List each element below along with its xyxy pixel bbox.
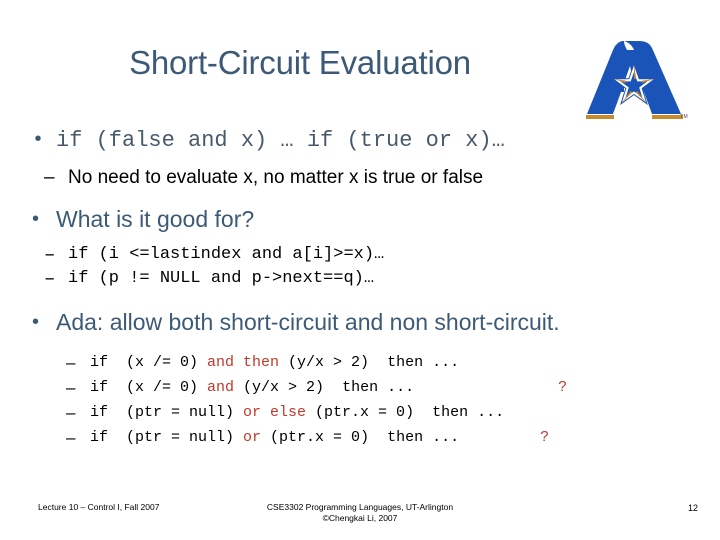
code-suffix: (y/x > 2) then ... — [279, 354, 460, 371]
ada-code-list: if (x /= 0) and then (y/x > 2) then ...i… — [26, 350, 694, 450]
ada-code-line: if (x /= 0) and (y/x > 2) then ... ? — [26, 375, 694, 400]
question-mark-annotation: ? — [459, 429, 550, 446]
code-prefix: if (x /= 0) — [90, 379, 208, 396]
bullet-what-is-it-good-for: What is it good for? — [26, 204, 694, 234]
code-keyword: and — [207, 379, 235, 396]
code-suffix: (y/x > 2) then ... — [234, 379, 415, 396]
slide-body: if (false and x) … if (true or x)… No ne… — [26, 126, 694, 450]
bullet-code-false-and-x: if (false and x) … if (true or x)… — [26, 126, 694, 156]
sub-bullet-no-need-evaluate: No need to evaluate x, no matter x is tr… — [26, 165, 694, 191]
uta-logo: TM — [580, 36, 690, 126]
code-suffix: (ptr.x = 0) then ... — [261, 429, 460, 446]
title-row: Short-Circuit Evaluation TM — [0, 41, 720, 120]
code-prefix: if (ptr = null) — [90, 404, 244, 421]
code-suffix: (ptr.x = 0) then ... — [306, 404, 505, 421]
code-keyword: or — [243, 429, 262, 446]
slide-footer: Lecture 10 – Control I, Fall 2007 CSE330… — [0, 494, 720, 540]
question-mark-annotation: ? — [414, 379, 568, 396]
trademark-symbol: TM — [680, 114, 688, 120]
code-keyword: or else — [243, 404, 307, 421]
code-keyword: and then — [207, 354, 280, 371]
footer-lecture-label: Lecture 10 – Control I, Fall 2007 — [38, 502, 160, 512]
footer-copyright-line: ©Chengkai Li, 2007 — [322, 513, 398, 523]
bullet-ada-short-circuit: Ada: allow both short-circuit and non sh… — [26, 307, 694, 337]
page-title: Short-Circuit Evaluation — [129, 44, 471, 81]
uta-a-star-icon — [586, 41, 683, 119]
sub-bullet-code-lastindex: if (i <=lastindex and a[i]>=x)… — [26, 243, 694, 267]
ada-code-line: if (ptr = null) or else (ptr.x = 0) then… — [26, 400, 694, 425]
ada-code-line: if (x /= 0) and then (y/x > 2) then ... — [26, 350, 694, 375]
code-prefix: if (ptr = null) — [90, 429, 244, 446]
ada-code-line: if (ptr = null) or (ptr.x = 0) then ... … — [26, 425, 694, 450]
footer-course-label: CSE3302 Programming Languages, UT-Arling… — [180, 502, 540, 524]
slide-canvas: Short-Circuit Evaluation TM • if (false … — [0, 0, 720, 540]
sub-bullet-code-null-next: if (p != NULL and p->next==q)… — [26, 267, 694, 291]
code-prefix: if (x /= 0) — [90, 354, 208, 371]
page-number: 12 — [687, 503, 698, 513]
footer-course-line1: CSE3302 Programming Languages, UT-Arling… — [266, 502, 454, 512]
